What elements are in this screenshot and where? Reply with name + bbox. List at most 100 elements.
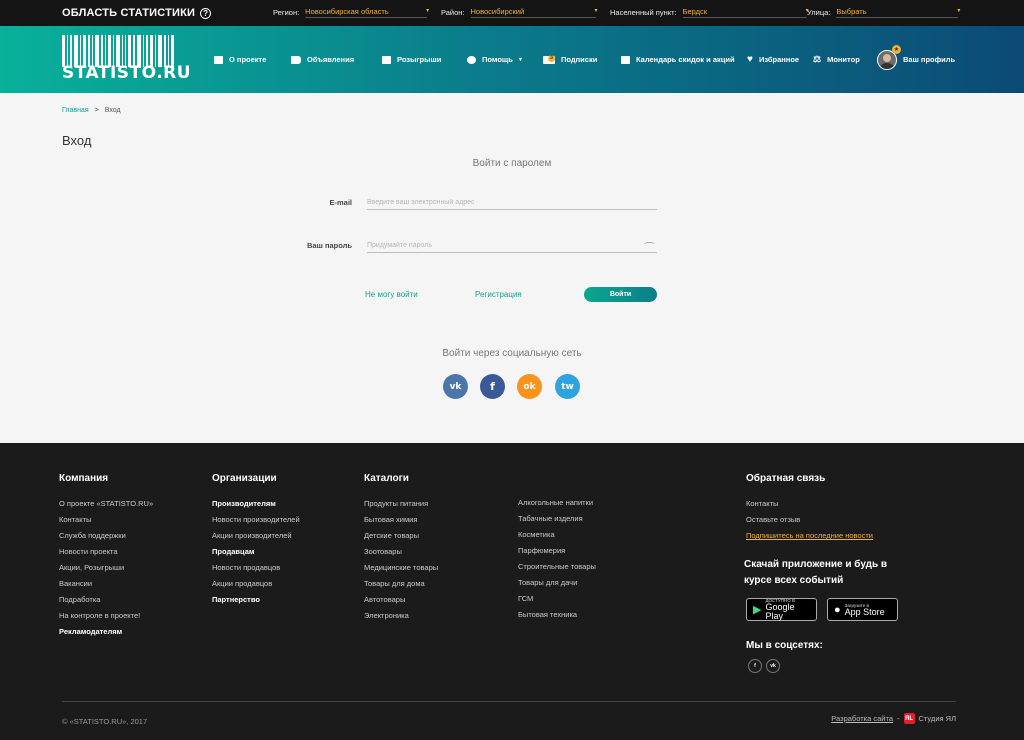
nav-profile[interactable]: Ваш профиль	[877, 26, 955, 93]
apple-icon: ●	[834, 603, 841, 616]
list-item[interactable]: Табачные изделия	[518, 511, 596, 527]
login-button[interactable]: Войти	[584, 287, 657, 302]
envelope-icon: 3	[543, 54, 555, 64]
app-promo-title: Скачай приложение и будь в курсе всех со…	[744, 559, 888, 586]
vk-login-button[interactable]: vk	[443, 374, 468, 399]
list-item[interactable]: О проекте «STATISTO.RU»	[59, 496, 153, 512]
password-label: Ваш пароль	[307, 241, 352, 250]
list-item[interactable]: Косметика	[518, 527, 596, 543]
nav-ads[interactable]: Объявления	[291, 26, 354, 93]
list-item[interactable]: Новости продавцов	[212, 560, 300, 576]
list-item[interactable]: Медицинские товары	[364, 560, 438, 576]
chevron-right-icon: >	[94, 107, 99, 114]
breadcrumb: Главная > Вход	[62, 107, 121, 114]
monitor-icon	[214, 55, 223, 64]
region-select[interactable]: Регион: Новосибирская область	[273, 6, 429, 18]
main-content: Главная > Вход Вход Войти с паролем E-ma…	[0, 93, 1024, 443]
list-item[interactable]: Акции производителей	[212, 528, 300, 544]
breadcrumb-current: Вход	[104, 107, 121, 114]
street-select[interactable]: Улица: Выбрать	[807, 6, 960, 18]
password-field[interactable]	[367, 239, 657, 253]
list-item[interactable]: Бытовая химия	[364, 512, 438, 528]
list-item[interactable]: На контроле в проекте!	[59, 608, 153, 624]
social-login-title: Войти через социальную сеть	[442, 348, 582, 359]
odnoklassniki-login-button[interactable]: ok	[517, 374, 542, 399]
nav-monitor[interactable]: ⚖ Монитор	[813, 26, 860, 93]
list-item[interactable]: Продукты питания	[364, 496, 438, 512]
list-item[interactable]: Подработка	[59, 592, 153, 608]
scales-icon: ⚖	[813, 54, 822, 64]
heart-icon: ♥	[747, 54, 753, 65]
login-form-title: Войти с паролем	[472, 158, 552, 169]
list-item[interactable]: Парфюмерия	[518, 543, 596, 559]
nav-subscriptions[interactable]: 3 Подписки	[543, 26, 597, 93]
list-item[interactable]: Товары для дома	[364, 576, 438, 592]
list-item[interactable]: Электроника	[364, 608, 438, 624]
list-item[interactable]: Контакты	[59, 512, 153, 528]
breadcrumb-home[interactable]: Главная	[62, 107, 89, 114]
list-item[interactable]: Бытовая техника	[518, 607, 596, 623]
list-item[interactable]: Алкогольные напитки	[518, 495, 596, 511]
list-item[interactable]: ГСМ	[518, 591, 596, 607]
district-select[interactable]: Район: Новосибирский	[441, 6, 598, 18]
google-play-icon: ▶	[753, 604, 762, 616]
list-item[interactable]: Служба поддержки	[59, 528, 153, 544]
list-item[interactable]: Акции продавцов	[212, 576, 300, 592]
help-question-icon[interactable]: ?	[200, 7, 212, 19]
locality-select[interactable]: Населенный пункт: Бердск	[610, 6, 809, 18]
email-label: E-mail	[329, 198, 352, 207]
footer-facebook-icon[interactable]: f	[748, 659, 762, 673]
nav-favorites[interactable]: ♥ Избранное	[747, 26, 799, 93]
dev-link[interactable]: Разработка сайта	[831, 714, 893, 723]
footer-organizations: Организации Производителям Новости произ…	[212, 473, 300, 608]
cant-login-link[interactable]: Не могу войти	[365, 290, 418, 299]
list-item[interactable]: Новости проекта	[59, 544, 153, 560]
list-item[interactable]: Новости производителей	[212, 512, 300, 528]
register-link[interactable]: Регистрация	[475, 290, 522, 299]
nav-draws[interactable]: Розыгрыши	[382, 26, 441, 93]
chevron-down-icon: ▾	[518, 57, 522, 63]
list-item[interactable]: Акции, Розыгрыши	[59, 560, 153, 576]
nav-help[interactable]: Помощь ▾	[467, 26, 522, 93]
google-play-button[interactable]: ▶ ДОСТУПНО В Google Play	[746, 598, 817, 621]
password-input[interactable]	[367, 242, 657, 249]
list-item[interactable]: Зоотовары	[364, 544, 438, 560]
footer-catalogs: Каталоги Продукты питания Бытовая химия …	[364, 473, 438, 624]
logo-text: STATISTO.RU	[62, 63, 192, 83]
list-item[interactable]: Рекламодателям	[59, 624, 153, 640]
footer-feedback: Обратная связь Контакты Оставьте отзыв П…	[746, 473, 873, 544]
studio-logo-icon: ЯL	[903, 713, 915, 724]
calendar-icon	[621, 55, 630, 64]
developer-credit: Разработка сайта - ЯL Студия ЯЛ	[831, 713, 956, 724]
email-input[interactable]	[367, 199, 657, 206]
list-item[interactable]: Контакты	[746, 496, 873, 512]
footer-company: Компания О проекте «STATISTO.RU» Контакт…	[59, 473, 153, 640]
footer: Компания О проекте «STATISTO.RU» Контакт…	[0, 443, 1024, 740]
nav-calendar[interactable]: Календарь скидок и акций	[621, 26, 735, 93]
list-item[interactable]: Продавцам	[212, 544, 300, 560]
footer-catalogs-col2: Алкогольные напитки Табачные изделия Кос…	[518, 495, 596, 623]
footer-vk-icon[interactable]: vk	[766, 659, 780, 673]
top-bar: ОБЛАСТЬ СТАТИСТИКИ ? Регион: Новосибирск…	[0, 0, 1024, 26]
site-logo[interactable]: STATISTO.RU	[62, 35, 191, 83]
star-badge-icon: ★	[892, 45, 901, 54]
app-store-button[interactable]: ● Загрузите в App Store	[827, 598, 898, 621]
list-item[interactable]: Детские товары	[364, 528, 438, 544]
email-field[interactable]	[367, 196, 657, 210]
subscriptions-badge: 3	[548, 54, 555, 62]
list-item[interactable]: Партнерство	[212, 592, 300, 608]
list-item[interactable]: Товары для дачи	[518, 575, 596, 591]
list-item[interactable]: Вакансии	[59, 576, 153, 592]
facebook-login-button[interactable]: f	[480, 374, 505, 399]
list-item[interactable]: Строительные товары	[518, 559, 596, 575]
eye-icon[interactable]	[644, 242, 655, 247]
nav-about[interactable]: О проекте	[214, 26, 266, 93]
footer-socials-title: Мы в соцсетях:	[746, 640, 823, 651]
twitter-login-button[interactable]: tw	[555, 374, 580, 399]
list-item[interactable]: Автотовары	[364, 592, 438, 608]
list-item[interactable]: Производителям	[212, 496, 300, 512]
subscribe-news-link[interactable]: Подпишитесь на последние новости	[746, 528, 873, 544]
list-item[interactable]: Оставьте отзыв	[746, 512, 873, 528]
gift-icon	[382, 55, 391, 64]
lifebuoy-icon	[467, 55, 476, 64]
